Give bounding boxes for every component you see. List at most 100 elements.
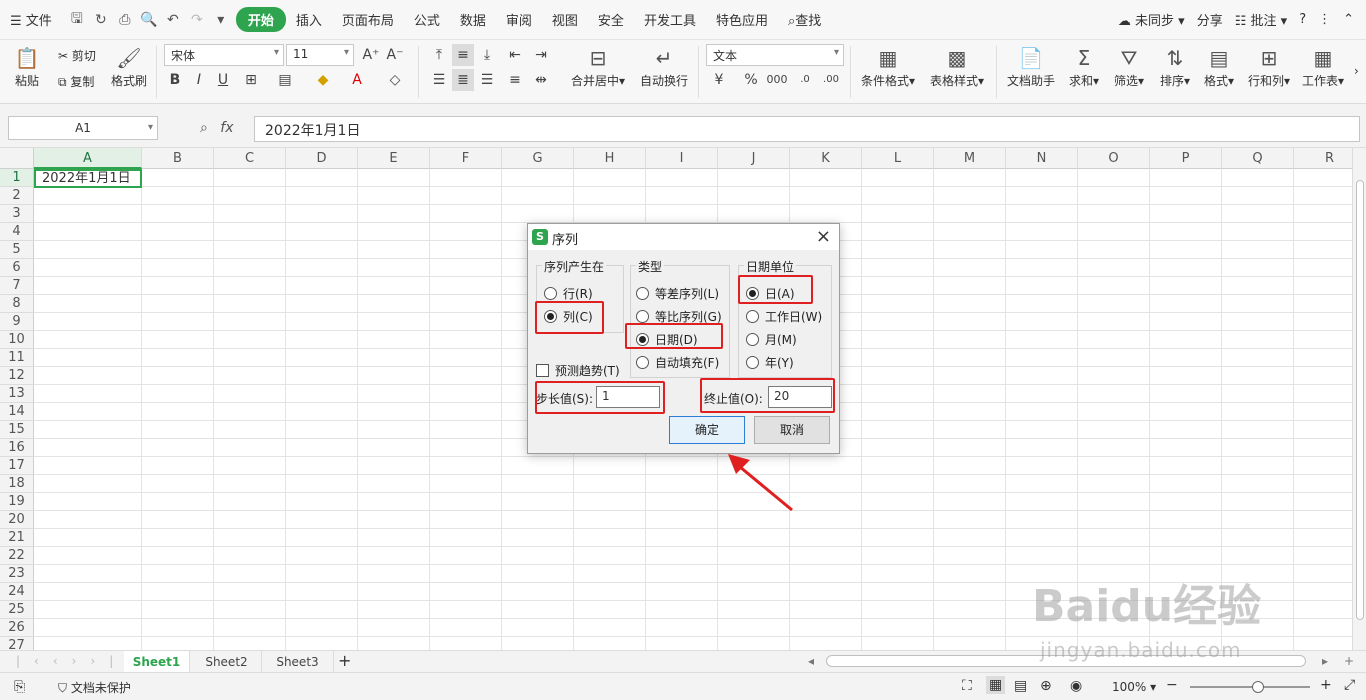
indent-increase-icon[interactable]: ⇥ [530,44,552,66]
align-middle-icon[interactable]: ≡ [452,44,474,66]
align-bottom-icon[interactable]: ⤓ [476,44,498,66]
row-header[interactable]: 12 [0,367,34,385]
row-header[interactable]: 19 [0,493,34,511]
column-header[interactable]: K [790,148,862,169]
row-header[interactable]: 17 [0,457,34,475]
wrap-text-button[interactable]: ↵ 自动换行 [636,44,692,89]
tab-developer[interactable]: 开发工具 [634,10,706,29]
radio-day[interactable]: 日(A) [746,285,795,302]
currency-icon[interactable]: ¥ [708,69,730,91]
collapse-ribbon-icon[interactable]: ⌃ [1343,12,1354,27]
number-format-select[interactable]: 文本 [706,44,844,66]
stop-input[interactable]: 20 [768,386,832,408]
clear-icon[interactable]: ◇ [384,69,406,91]
font-color-icon[interactable]: A [346,69,368,91]
share-button[interactable]: 分享 [1197,10,1223,29]
select-all-corner[interactable] [0,148,34,169]
radio-date[interactable]: 日期(D) [636,331,698,348]
align-center-icon[interactable]: ≣ [452,69,474,91]
column-header[interactable]: F [430,148,502,169]
decrease-decimal-icon[interactable]: .00 [820,69,842,91]
fill-color-icon[interactable]: ◆ [312,69,334,91]
filter-button[interactable]: ⛛ 筛选▾ [1110,44,1148,89]
formula-input[interactable]: 2022年1月1日 [254,116,1360,142]
format-button[interactable]: ▤ 格式▾ [1200,44,1238,89]
add-sheet-button[interactable]: + [338,651,351,670]
search-button[interactable]: ⌕查找 [778,10,831,29]
page-break-view-icon[interactable]: ▤ [1014,678,1027,694]
redo-format-icon[interactable]: ↻ [92,12,110,28]
normal-view-icon[interactable]: ▦ [986,676,1006,694]
radio-growth[interactable]: 等比序列(G) [636,308,722,325]
scrollbar-thumb[interactable] [1356,180,1364,620]
row-header[interactable]: 25 [0,601,34,619]
step-input[interactable]: 1 [596,386,660,408]
close-icon[interactable]: × [816,226,831,247]
macro-icon[interactable]: ⎘ [14,679,25,695]
row-header[interactable]: 5 [0,241,34,259]
column-header[interactable]: M [934,148,1006,169]
row-header[interactable]: 2 [0,187,34,205]
align-left-icon[interactable]: ☰ [428,69,450,91]
zoom-in-icon[interactable]: + [1320,677,1332,693]
column-header[interactable]: G [502,148,574,169]
worksheet-button[interactable]: ▦ 工作表▾ [1300,44,1346,89]
merge-center-button[interactable]: ⊟ 合并居中▾ [566,44,630,89]
zoom-slider-handle[interactable] [1252,681,1264,693]
distribute-icon[interactable]: ⇹ [530,69,552,91]
tab-view[interactable]: 视图 [542,10,588,29]
decrease-font-icon[interactable]: A⁻ [384,44,406,66]
tab-page-layout[interactable]: 页面布局 [332,10,404,29]
tab-security[interactable]: 安全 [588,10,634,29]
column-header[interactable]: R [1294,148,1352,169]
add-column-icon[interactable]: + [1344,654,1354,668]
sheet-tab-2[interactable]: Sheet2 [192,651,262,673]
underline-icon[interactable]: U [212,69,234,91]
column-header[interactable]: E [358,148,430,169]
column-header[interactable]: Q [1222,148,1294,169]
fill-pattern-icon[interactable]: ▤ [274,69,296,91]
increase-decimal-icon[interactable]: .0 [794,69,816,91]
protect-status[interactable]: ⛉ 文档未保护 [58,679,131,696]
row-header[interactable]: 20 [0,511,34,529]
column-header[interactable]: C [214,148,286,169]
column-header[interactable]: I [646,148,718,169]
sheet-tab-1[interactable]: Sheet1 [124,651,190,673]
page-view-icon[interactable]: ⊕ [1040,678,1052,694]
zoom-out-icon[interactable]: − [1166,677,1178,693]
row-col-button[interactable]: ⊞ 行和列▾ [1244,44,1294,89]
sheet-nav-icons[interactable]: |‹‹››| [16,654,127,668]
font-name-select[interactable]: 宋体 [164,44,284,66]
copy-button[interactable]: ⧉ 复制 [58,73,94,90]
row-header[interactable]: 27 [0,637,34,650]
align-top-icon[interactable]: ⤒ [428,44,450,66]
fit-window-icon[interactable]: ⤢ [1344,677,1355,693]
italic-icon[interactable]: I [188,69,210,91]
row-header[interactable]: 14 [0,403,34,421]
table-style-button[interactable]: ▩ 表格样式▾ [926,44,988,89]
row-header[interactable]: 6 [0,259,34,277]
radio-autofill[interactable]: 自动填充(F) [636,354,719,371]
row-header[interactable]: 22 [0,547,34,565]
save-icon[interactable]: 🖫 [68,8,86,32]
tab-review[interactable]: 审阅 [496,10,542,29]
tab-insert[interactable]: 插入 [286,10,332,29]
column-header[interactable]: L [862,148,934,169]
more-icon[interactable]: ⋮ [1318,12,1331,27]
indent-decrease-icon[interactable]: ⇤ [504,44,526,66]
column-header[interactable]: J [718,148,790,169]
row-header[interactable]: 7 [0,277,34,295]
tab-data[interactable]: 数据 [450,10,496,29]
radio-col[interactable]: 列(C) [544,308,593,325]
fullscreen-icon[interactable]: ⛶ [962,678,972,694]
increase-font-icon[interactable]: A⁺ [360,44,382,66]
help-icon[interactable]: ? [1299,12,1306,27]
row-header[interactable]: 8 [0,295,34,313]
font-size-select[interactable]: 11 [286,44,354,66]
thousands-icon[interactable]: 000 [766,69,788,91]
cut-button[interactable]: ✂ 剪切 [58,47,96,64]
row-header[interactable]: 23 [0,565,34,583]
percent-icon[interactable]: % [740,69,762,91]
row-header[interactable]: 9 [0,313,34,331]
conditional-format-button[interactable]: ▦ 条件格式▾ [858,44,918,89]
